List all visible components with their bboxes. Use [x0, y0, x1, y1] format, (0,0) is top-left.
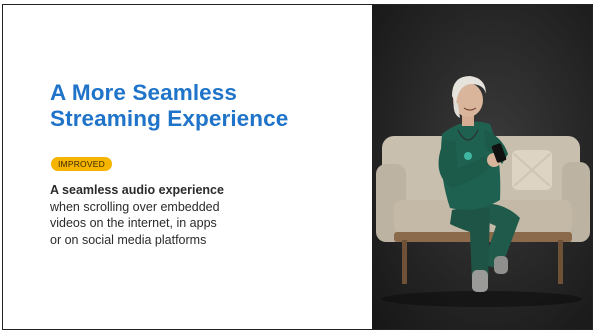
sofa-leg-left	[402, 240, 407, 284]
title-line-1: A More Seamless	[50, 80, 238, 105]
feature-line-3: or on social media platforms	[50, 232, 207, 247]
sock-right	[494, 256, 508, 274]
feature-description: A seamless audio experience when scrolli…	[50, 182, 350, 248]
text-panel: A More Seamless Streaming Experience IMP…	[2, 4, 372, 330]
sofa-leg-right	[558, 240, 563, 284]
photo-illustration	[376, 76, 590, 307]
sock-left	[472, 270, 488, 292]
feature-line-1: when scrolling over embedded	[50, 199, 220, 214]
necklace-pendant	[464, 152, 472, 160]
floor-shadow	[382, 291, 582, 307]
slide: A More Seamless Streaming Experience IMP…	[0, 0, 595, 335]
feature-line-2: videos on the internet, in apps	[50, 216, 217, 230]
slide-title: A More Seamless Streaming Experience	[50, 80, 288, 132]
feature-headline: A seamless audio experience	[50, 183, 224, 197]
woman-on-sofa-photo	[372, 4, 593, 330]
title-line-2: Streaming Experience	[50, 106, 289, 131]
improved-badge: IMPROVED	[51, 157, 112, 171]
